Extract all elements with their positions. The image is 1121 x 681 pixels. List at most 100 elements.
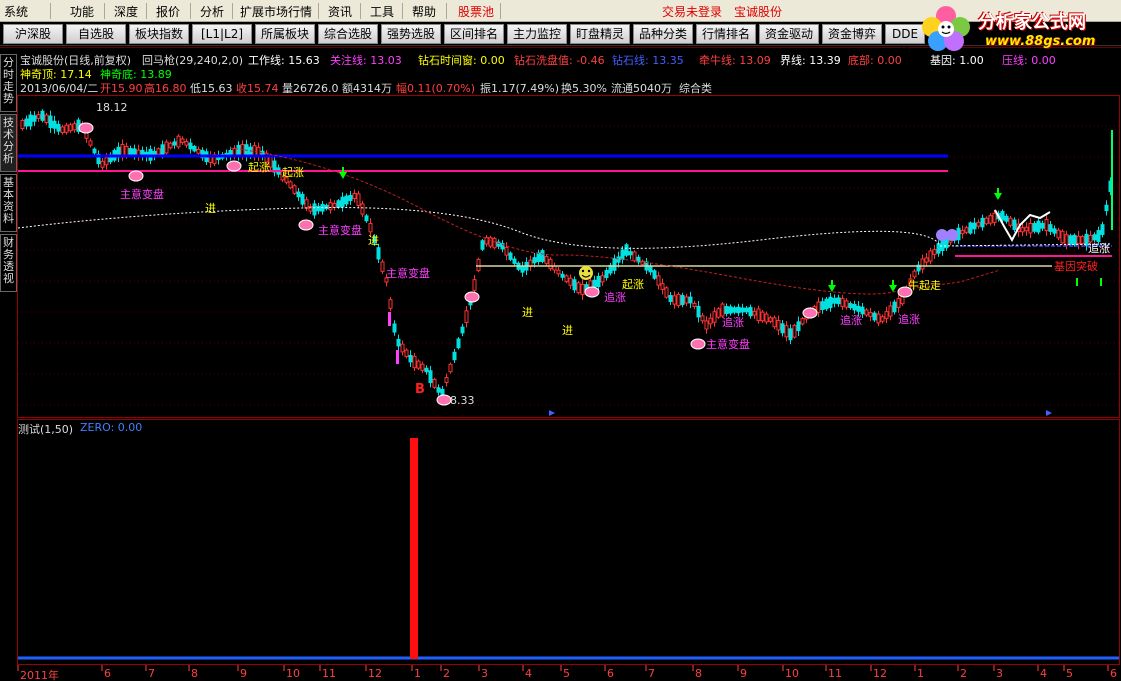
tab-financials[interactable]: 财务透视 xyxy=(0,234,17,292)
candle-body xyxy=(712,311,717,323)
btn-watch-sprite[interactable]: 盯盘精灵 xyxy=(570,24,630,44)
candle-body xyxy=(844,300,849,308)
candle-body xyxy=(696,305,701,318)
pressure-value: 压线: 0.00 xyxy=(1002,54,1056,67)
tab-intraday[interactable]: 分时走势 xyxy=(0,54,17,112)
candle-body xyxy=(724,306,729,314)
candle-body xyxy=(1056,229,1061,239)
candle-body xyxy=(728,306,733,314)
x-axis-tick-label: 2011年 xyxy=(20,669,59,681)
menu-function[interactable]: 功能 xyxy=(70,3,94,20)
btn-range-ranking[interactable]: 区间排名 xyxy=(444,24,504,44)
candle-body xyxy=(592,279,597,288)
candle-body xyxy=(652,270,657,279)
btn-belonging-sector[interactable]: 所属板块 xyxy=(255,24,315,44)
candle-body xyxy=(460,326,465,334)
green-arrow-icon xyxy=(994,193,1002,200)
x-axis-tick-label: 10 xyxy=(286,667,300,680)
candle-body xyxy=(172,141,177,146)
candle-body xyxy=(408,354,413,363)
candle-body xyxy=(404,349,409,358)
menu-tools[interactable]: 工具 xyxy=(370,3,394,20)
menu-help[interactable]: 帮助 xyxy=(412,3,436,20)
candle-body xyxy=(352,192,357,200)
candle-body xyxy=(672,295,677,305)
menu-quote[interactable]: 报价 xyxy=(156,3,180,20)
candle-body xyxy=(624,244,629,256)
candle-body xyxy=(852,303,857,311)
candle-body xyxy=(756,308,761,322)
btn-main-force-monitor[interactable]: 主力监控 xyxy=(507,24,567,44)
btn-quote-ranking[interactable]: 行情排名 xyxy=(696,24,756,44)
candle-body xyxy=(740,307,745,313)
candle-body xyxy=(432,378,437,388)
x-axis-tick-label: 9 xyxy=(740,667,747,680)
candle-body xyxy=(36,114,41,119)
annotation-label: 追涨 xyxy=(604,291,626,304)
candle-body xyxy=(536,252,541,263)
candle-body xyxy=(912,270,917,278)
candle-body xyxy=(632,251,637,262)
tab-technical-analysis[interactable]: 技术分析 xyxy=(0,114,17,172)
bar-date: 2013/06/04/二 xyxy=(20,82,99,95)
candle-body xyxy=(424,367,429,373)
candle-body xyxy=(532,257,537,264)
annotation-label: 起涨 xyxy=(248,161,270,174)
x-axis-tick-label: 1 xyxy=(414,667,421,680)
menu-stock-pool[interactable]: 股票池 xyxy=(458,3,494,20)
candle-body xyxy=(840,297,845,307)
candle-body xyxy=(836,297,841,305)
btn-strong-picker[interactable]: 强势选股 xyxy=(381,24,441,44)
diamond-wash-value: 钻石洗盘值: -0.46 xyxy=(514,54,605,67)
candle-body xyxy=(68,124,73,132)
menu-news[interactable]: 资讯 xyxy=(328,3,352,20)
menu-extended-market[interactable]: 扩展市场行情 xyxy=(240,3,312,20)
bar-turnover: 换5.30% xyxy=(561,82,607,95)
chart-canvas[interactable] xyxy=(0,0,1121,681)
candle-body xyxy=(564,275,569,283)
bar-change: 幅0.11(0.70%) xyxy=(396,82,476,95)
btn-comprehensive-picker[interactable]: 综合选股 xyxy=(318,24,378,44)
candle-body xyxy=(792,324,797,338)
candle-body xyxy=(196,148,201,154)
menu-analysis[interactable]: 分析 xyxy=(200,3,224,20)
candle-body xyxy=(88,140,93,146)
candle-body xyxy=(364,215,369,222)
x-axis-tick-label: 7 xyxy=(148,667,155,680)
btn-variety-category[interactable]: 品种分类 xyxy=(633,24,693,44)
signal-bar xyxy=(1076,278,1078,286)
candle-body xyxy=(448,363,453,373)
x-axis-tick-label: 12 xyxy=(368,667,382,680)
current-stock-name: 宝诚股份 xyxy=(734,5,783,19)
x-axis-tick-label: 5 xyxy=(1066,667,1073,680)
btn-shanghai-shenzhen[interactable]: 沪深股 xyxy=(3,24,63,44)
btn-watchlist[interactable]: 自选股 xyxy=(66,24,126,44)
candle-body xyxy=(416,360,421,369)
candle-body xyxy=(128,148,133,155)
menu-separator xyxy=(232,3,233,19)
menu-separator xyxy=(500,3,501,19)
candle-body xyxy=(540,250,545,262)
tab-fundamentals[interactable]: 基本资料 xyxy=(0,174,17,232)
candle-body xyxy=(316,205,321,212)
candle-body xyxy=(1048,224,1053,232)
candle-body xyxy=(544,256,549,264)
menu-system[interactable]: 系统 xyxy=(4,3,28,20)
btn-capital-drive[interactable]: 资金驱动 xyxy=(759,24,819,44)
trade-status[interactable]: 交易未登录 xyxy=(662,3,722,20)
candle-body xyxy=(868,312,873,317)
x-axis-tick-label: 3 xyxy=(481,667,488,680)
bar-amplitude: 振1.17(7.49%) xyxy=(480,82,560,95)
menu-depth[interactable]: 深度 xyxy=(114,3,138,20)
btn-l1-l2[interactable]: [L1|L2] xyxy=(192,24,252,44)
candle-body xyxy=(24,118,29,127)
candle-body xyxy=(440,388,445,396)
x-axis-tick-label: 10 xyxy=(785,667,799,680)
logo-url[interactable]: www.88gs.com xyxy=(985,34,1095,49)
candle-body xyxy=(92,148,97,154)
flower-logo-icon xyxy=(922,6,970,51)
candle-body xyxy=(1068,235,1073,245)
btn-sector-index[interactable]: 板块指数 xyxy=(129,24,189,44)
btn-capital-game[interactable]: 资金博弈 xyxy=(822,24,882,44)
candle-body xyxy=(828,296,833,309)
